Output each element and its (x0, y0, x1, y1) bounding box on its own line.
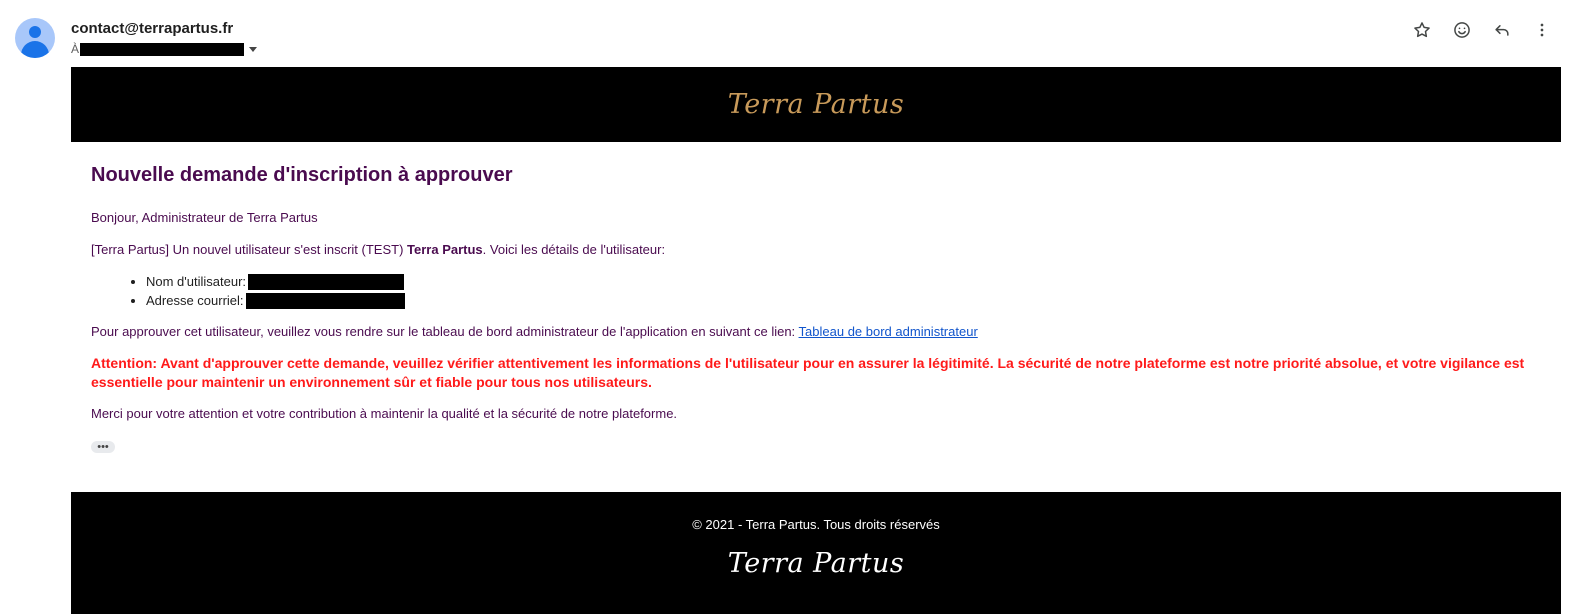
intro-prefix: [Terra Partus] Un nouvel utilisateur s'e… (91, 242, 408, 257)
email-content: Nouvelle demande d'inscription à approuv… (71, 142, 1561, 453)
redacted-email (245, 292, 405, 309)
detail-label-username: Nom d'utilisateur: (146, 274, 247, 289)
terra-partus-logo: Terra Partus (727, 89, 905, 120)
warning-paragraph: Attention: Avant d'approuver cette deman… (91, 355, 1525, 390)
approve-paragraph: Pour approuver cet utilisateur, veuillez… (91, 322, 1541, 341)
admin-dashboard-link[interactable]: Tableau de bord administrateur (799, 324, 978, 339)
approve-text: Pour approuver cet utilisateur, veuillez… (91, 324, 799, 339)
redacted-recipient (80, 42, 245, 56)
email-title: Nouvelle demande d'inscription à approuv… (91, 164, 513, 186)
intro-suffix: . Voici les détails de l'utilisateur: (482, 242, 666, 257)
reply-icon[interactable] (1482, 18, 1522, 42)
user-details-list: Nom d'utilisateur: Adresse courriel: (146, 272, 1541, 310)
avatar-body (21, 41, 49, 58)
thanks-paragraph: Merci pour votre attention et votre cont… (91, 406, 678, 421)
avatar-head (29, 26, 41, 38)
avatar[interactable] (15, 18, 55, 58)
recipient-row[interactable]: À (71, 41, 258, 57)
greeting: Bonjour, Administrateur de Terra Partus (91, 210, 318, 225)
emoji-icon[interactable] (1442, 18, 1482, 42)
detail-label-email: Adresse courriel: (146, 293, 244, 308)
footer-banner: © 2021 - Terra Partus. Tous droits réser… (71, 492, 1561, 614)
show-trimmed-content-button[interactable]: ••• (91, 441, 115, 453)
email-body: Terra Partus Nouvelle demande d'inscript… (71, 67, 1561, 614)
header-banner: Terra Partus (71, 67, 1561, 142)
intro-bold: Terra Partus (407, 242, 483, 257)
list-item: Adresse courriel: (146, 291, 1541, 310)
redacted-username (248, 273, 405, 290)
chevron-down-icon[interactable] (249, 46, 258, 52)
footer-logo: Terra Partus (727, 548, 905, 579)
sender-address[interactable]: contact@terrapartus.fr (71, 20, 233, 37)
intro-paragraph: [Terra Partus] Un nouvel utilisateur s'e… (91, 240, 1541, 259)
list-item: Nom d'utilisateur: (146, 272, 1541, 291)
star-icon[interactable] (1402, 18, 1442, 42)
more-vert-icon[interactable] (1522, 18, 1562, 42)
footer-copyright: © 2021 - Terra Partus. Tous droits réser… (692, 517, 940, 532)
to-label: À (71, 42, 80, 56)
message-actions (1402, 18, 1562, 42)
